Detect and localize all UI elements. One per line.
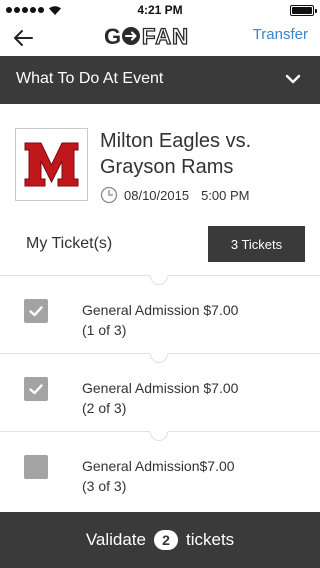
status-time: 4:21 PM xyxy=(137,3,183,17)
school-logo xyxy=(15,128,88,201)
ticket-row[interactable]: General Admission$7.00 (3 of 3) xyxy=(0,419,320,509)
ticket-description: General Admission $7.00 (1 of 3) xyxy=(82,300,238,340)
my-tickets-label: My Ticket(s) xyxy=(26,235,113,252)
event-date: 08/10/2015 xyxy=(124,187,190,203)
ticket-description: General Admission $7.00 (2 of 3) xyxy=(82,378,238,418)
ticket-row[interactable]: General Admission $7.00 (1 of 3) xyxy=(0,263,320,353)
tickets-count-badge: 3 Tickets xyxy=(208,226,305,262)
checkmark-icon xyxy=(29,384,43,395)
arrow-left-icon[interactable] xyxy=(10,25,36,51)
event-datetime: 08/10/2015 5:00 PM xyxy=(100,186,250,204)
event-instructions-header[interactable]: What To Do At Event xyxy=(0,56,320,104)
ticket-checkbox-checked[interactable] xyxy=(24,377,48,401)
ticket-index: (3 of 3) xyxy=(82,478,127,494)
ticket-description: General Admission$7.00 (3 of 3) xyxy=(82,456,235,496)
ticket-checkbox-unchecked[interactable] xyxy=(24,455,48,479)
ticket-index: (2 of 3) xyxy=(82,400,127,416)
ticket-name: General Admission $7.00 xyxy=(82,302,239,318)
ticket-row[interactable]: General Admission $7.00 (2 of 3) xyxy=(0,341,320,431)
event-time: 5:00 PM xyxy=(201,187,250,203)
ticket-notch xyxy=(146,263,172,289)
svg-text:FAN: FAN xyxy=(142,24,189,48)
ticket-index: (1 of 3) xyxy=(82,322,127,338)
section-title: What To Do At Event xyxy=(16,70,164,87)
validate-label: Validate xyxy=(85,530,146,549)
ticket-checkbox-checked[interactable] xyxy=(24,299,48,323)
tickets-label: tickets xyxy=(186,530,235,549)
event-title: Milton Eagles vs. Grayson Rams xyxy=(100,130,252,178)
status-bar: 4:21 PM xyxy=(0,0,320,20)
checkmark-icon xyxy=(29,306,43,317)
nav-bar: G FAN Transfer xyxy=(0,20,320,56)
validate-tickets-button[interactable]: Validate 2 tickets xyxy=(0,512,320,568)
clock-icon xyxy=(100,186,118,204)
battery-icon xyxy=(290,5,317,16)
ticket-name: General Admission $7.00 xyxy=(82,380,239,396)
gofan-logo: G FAN xyxy=(104,24,189,48)
selected-count-badge: 2 xyxy=(154,530,178,550)
chevron-down-icon[interactable] xyxy=(284,70,302,88)
transfer-button[interactable]: Transfer xyxy=(253,26,308,43)
svg-text:G: G xyxy=(104,24,121,48)
ticket-list: General Admission $7.00 (1 of 3) General… xyxy=(0,263,320,509)
ticket-name: General Admission$7.00 xyxy=(82,458,235,474)
